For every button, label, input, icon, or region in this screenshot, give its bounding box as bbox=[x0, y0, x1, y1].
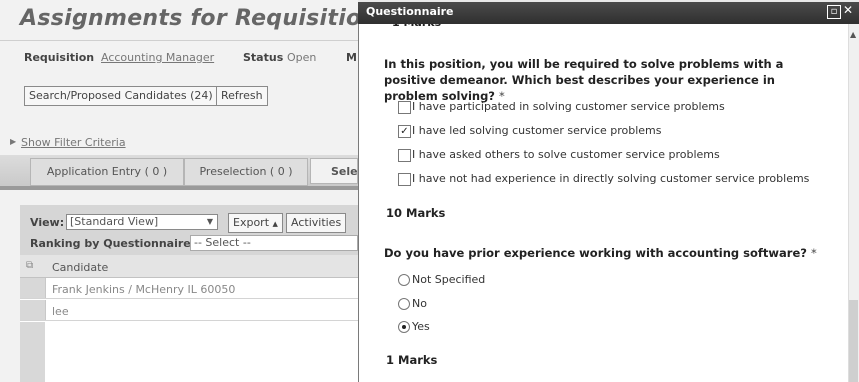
question-1-marks: 10 Marks bbox=[386, 206, 446, 220]
column-header-candidate[interactable]: Candidate bbox=[52, 261, 108, 274]
radio-button[interactable] bbox=[398, 298, 410, 310]
page-title: Assignments for Requisition: bbox=[20, 6, 387, 31]
export-button-label: Export bbox=[233, 216, 270, 229]
close-icon[interactable]: ✕ bbox=[843, 4, 853, 17]
dialog-title: Questionnaire bbox=[366, 5, 454, 18]
table-settings-icon[interactable]: ⧉ bbox=[26, 260, 33, 271]
q2-option-not-specified[interactable]: Not Specified bbox=[412, 273, 485, 286]
question-2-label: Do you have prior experience working wit… bbox=[384, 246, 807, 260]
q1-option-4[interactable]: I have not had experience in directly so… bbox=[412, 172, 809, 185]
ranking-select[interactable]: -- Select -- bbox=[190, 235, 358, 251]
export-button[interactable]: Export ▲ bbox=[228, 213, 283, 233]
title-divider bbox=[0, 40, 358, 41]
view-select-value: [Standard View] bbox=[70, 215, 159, 228]
row-selector-column bbox=[20, 322, 45, 382]
search-candidates-button[interactable]: Search/Proposed Candidates (24) bbox=[24, 86, 218, 106]
row-selector[interactable] bbox=[20, 278, 46, 298]
q1-option-3[interactable]: I have asked others to solve customer se… bbox=[412, 148, 720, 161]
question-2-marks: 1 Marks bbox=[386, 353, 438, 367]
tab-application-entry[interactable]: Application Entry ( 0 ) bbox=[30, 158, 184, 186]
view-select[interactable]: [Standard View] ▼ bbox=[66, 214, 218, 230]
status-label: Status bbox=[243, 51, 284, 64]
chevron-down-icon: ▼ bbox=[206, 217, 213, 226]
requisition-label: Requisition bbox=[24, 51, 95, 64]
activities-button[interactable]: Activities bbox=[286, 213, 347, 233]
q2-option-no[interactable]: No bbox=[412, 297, 427, 310]
tab-preselection[interactable]: Preselection ( 0 ) bbox=[184, 158, 308, 186]
radio-button[interactable] bbox=[398, 274, 410, 286]
partial-label: M bbox=[346, 51, 357, 64]
q1-option-2[interactable]: I have led solving customer service prob… bbox=[412, 124, 662, 137]
ranking-label: Ranking by Questionnaire: bbox=[30, 237, 196, 250]
required-marker: * bbox=[810, 246, 817, 260]
scrollbar-thumb[interactable] bbox=[849, 300, 858, 382]
requisition-link[interactable]: Accounting Manager bbox=[101, 51, 214, 64]
expand-arrow-icon[interactable]: ▶ bbox=[10, 137, 16, 146]
candidate-name[interactable]: lee bbox=[52, 305, 69, 318]
triangle-up-icon: ▲ bbox=[272, 220, 278, 228]
q2-option-yes[interactable]: Yes bbox=[412, 320, 430, 333]
radio-button-selected[interactable] bbox=[398, 321, 410, 333]
table-row[interactable] bbox=[20, 300, 358, 321]
question-1-text: In this position, you will be required t… bbox=[384, 56, 824, 104]
option-checkbox[interactable] bbox=[398, 173, 411, 186]
question-2-text: Do you have prior experience working wit… bbox=[384, 245, 824, 261]
maximize-icon[interactable]: ▫ bbox=[827, 5, 841, 19]
previous-marks-clipped: 1 Marks bbox=[392, 24, 472, 30]
view-label: View: bbox=[30, 216, 65, 229]
question-1-label: In this position, you will be required t… bbox=[384, 57, 784, 103]
tab-underline bbox=[0, 186, 358, 190]
scroll-up-icon[interactable]: ▲ bbox=[850, 30, 856, 39]
radio-dot-icon bbox=[402, 325, 406, 329]
show-filter-link[interactable]: Show Filter Criteria bbox=[21, 136, 126, 149]
candidate-name[interactable]: Frank Jenkins / McHenry IL 60050 bbox=[52, 283, 235, 296]
option-checkbox[interactable] bbox=[398, 101, 411, 114]
refresh-button[interactable]: Refresh bbox=[216, 86, 268, 106]
q1-option-1[interactable]: I have participated in solving customer … bbox=[412, 100, 725, 113]
option-checkbox[interactable] bbox=[398, 149, 411, 162]
row-selector[interactable] bbox=[20, 300, 46, 320]
tab-selection[interactable]: Sele bbox=[310, 158, 358, 184]
option-checkbox-checked[interactable]: ✓ bbox=[398, 125, 411, 138]
status-value: Open bbox=[287, 51, 317, 64]
